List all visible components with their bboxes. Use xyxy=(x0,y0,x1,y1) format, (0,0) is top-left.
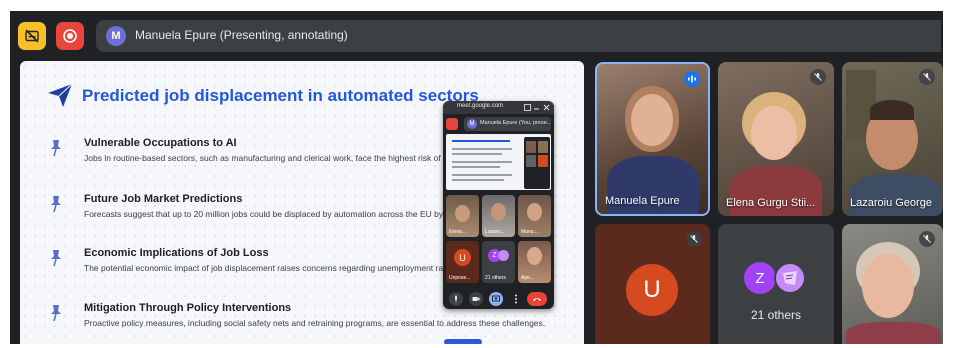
mini-camera-button[interactable] xyxy=(469,292,483,306)
call-end-icon xyxy=(533,298,541,301)
mini-presenting-bar: M Manuela Epure (You, prese... xyxy=(446,117,551,131)
mini-tile-label: Ape... xyxy=(521,275,535,281)
mini-tile-label: Lazaro... xyxy=(485,229,505,235)
mini-window-header[interactable]: meet.google.com xyxy=(443,101,554,114)
participant-tile-woman[interactable] xyxy=(842,224,943,344)
minimize-icon[interactable] xyxy=(533,104,540,111)
mic-off-icon xyxy=(919,69,935,85)
captions-off-icon xyxy=(25,29,39,43)
mic-off-icon xyxy=(686,231,702,247)
participant-tile-lazaroiu-george[interactable]: Lazaroiu George xyxy=(842,62,943,216)
mini-window-url: meet.google.com xyxy=(457,103,504,109)
participant-avatar: U xyxy=(626,264,678,316)
pushpin-icon xyxy=(51,250,61,267)
mini-tile[interactable]: Elena... xyxy=(446,195,479,237)
others-avatar-secondary xyxy=(774,262,806,294)
pushpin-icon xyxy=(51,305,61,322)
slide-title: Predicted job displacement in automated … xyxy=(82,86,479,105)
participant-name: Manuela Epure xyxy=(605,195,680,207)
presenting-banner[interactable]: M Manuela Epure (Presenting, annotating) xyxy=(96,20,941,52)
mini-presenting-banner: M Manuela Epure (You, prese... xyxy=(464,117,551,131)
bullet-description: Jobs in routine-based sectors, such as m… xyxy=(84,153,479,163)
camera-icon xyxy=(472,297,480,301)
participant-tile-others[interactable]: Z 21 others xyxy=(718,224,834,344)
more-vert-icon xyxy=(515,294,517,304)
mini-slide-thumbnail xyxy=(446,134,551,190)
mini-tile-label: Elena... xyxy=(449,229,466,235)
participant-tile-manuela-epure[interactable]: Manuela Epure xyxy=(595,62,710,216)
bullet-title: Vulnerable Occupations to AI xyxy=(84,137,237,149)
others-count: 21 others xyxy=(750,308,802,322)
bullet-title: Mitigation Through Policy Interventions xyxy=(84,302,292,314)
pushpin-icon xyxy=(51,140,61,157)
bullet-title: Future Job Market Predictions xyxy=(84,193,243,205)
participant-tile-elena-gurgu[interactable]: Elena Gurgu Stii... xyxy=(718,62,834,216)
audio-wave-icon xyxy=(684,71,700,87)
recording-button[interactable] xyxy=(56,22,84,50)
bullet-description: Forecasts suggest that up to 20 million … xyxy=(84,209,467,219)
top-bar: M Manuela Epure (Presenting, annotating) xyxy=(10,11,943,59)
bullet-description: The potential economic impact of job dis… xyxy=(84,263,478,273)
mini-tile[interactable]: Z 21 others xyxy=(482,241,515,283)
bullet-description: Proactive policy measures, including soc… xyxy=(84,318,546,328)
mini-leave-call-button[interactable] xyxy=(527,292,547,306)
mini-participant-grid: Elena... Lazaro... Manu... U Unpose... Z… xyxy=(446,195,551,283)
mini-mic-button[interactable] xyxy=(449,292,463,306)
mini-tile-label: Unpose... xyxy=(449,275,471,281)
pushpin-icon xyxy=(51,196,61,213)
mini-tile-label: Manu... xyxy=(521,229,538,235)
mini-presenter-label: Manuela Epure (You, prese... xyxy=(480,120,552,126)
mini-presenter-avatar: M xyxy=(467,119,477,129)
participant-name: Elena Gurgu Stii... xyxy=(726,197,816,209)
slide-scroll-indicator[interactable] xyxy=(444,339,482,344)
mini-tile[interactable]: Ape... xyxy=(518,241,551,283)
mini-record-icon xyxy=(446,118,458,130)
bullet-title: Economic Implications of Job Loss xyxy=(84,247,269,259)
mic-off-icon xyxy=(810,69,826,85)
present-screen-icon xyxy=(492,295,500,302)
mini-avatar: U xyxy=(454,249,471,266)
others-avatar: Z xyxy=(744,262,776,294)
presenter-label: Manuela Epure (Presenting, annotating) xyxy=(135,28,348,42)
paper-plane-icon xyxy=(48,83,73,107)
participant-tile-unnamed-u[interactable]: U xyxy=(595,224,710,344)
participant-name: Lazaroiu George xyxy=(850,197,932,209)
record-icon xyxy=(63,29,77,43)
meet-window: M Manuela Epure (Presenting, annotating)… xyxy=(10,11,943,344)
mini-meeting-window[interactable]: meet.google.com M Manuela Epure (You, pr… xyxy=(443,101,554,309)
open-tab-icon[interactable] xyxy=(524,104,531,111)
close-icon[interactable] xyxy=(543,104,550,111)
mini-more-button[interactable] xyxy=(509,292,523,306)
mic-off-icon xyxy=(919,231,935,247)
mic-icon xyxy=(455,295,457,303)
mini-control-bar xyxy=(443,289,554,309)
mini-tile[interactable]: Lazaro... xyxy=(482,195,515,237)
mini-nested-preview xyxy=(524,137,550,189)
captions-toggle-button[interactable] xyxy=(18,22,46,50)
mini-present-button[interactable] xyxy=(489,292,503,306)
mini-tile[interactable]: U Unpose... xyxy=(446,241,479,283)
presenter-avatar: M xyxy=(106,26,126,46)
mini-tile-label: 21 others xyxy=(485,275,506,281)
mini-tile[interactable]: Manu... xyxy=(518,195,551,237)
